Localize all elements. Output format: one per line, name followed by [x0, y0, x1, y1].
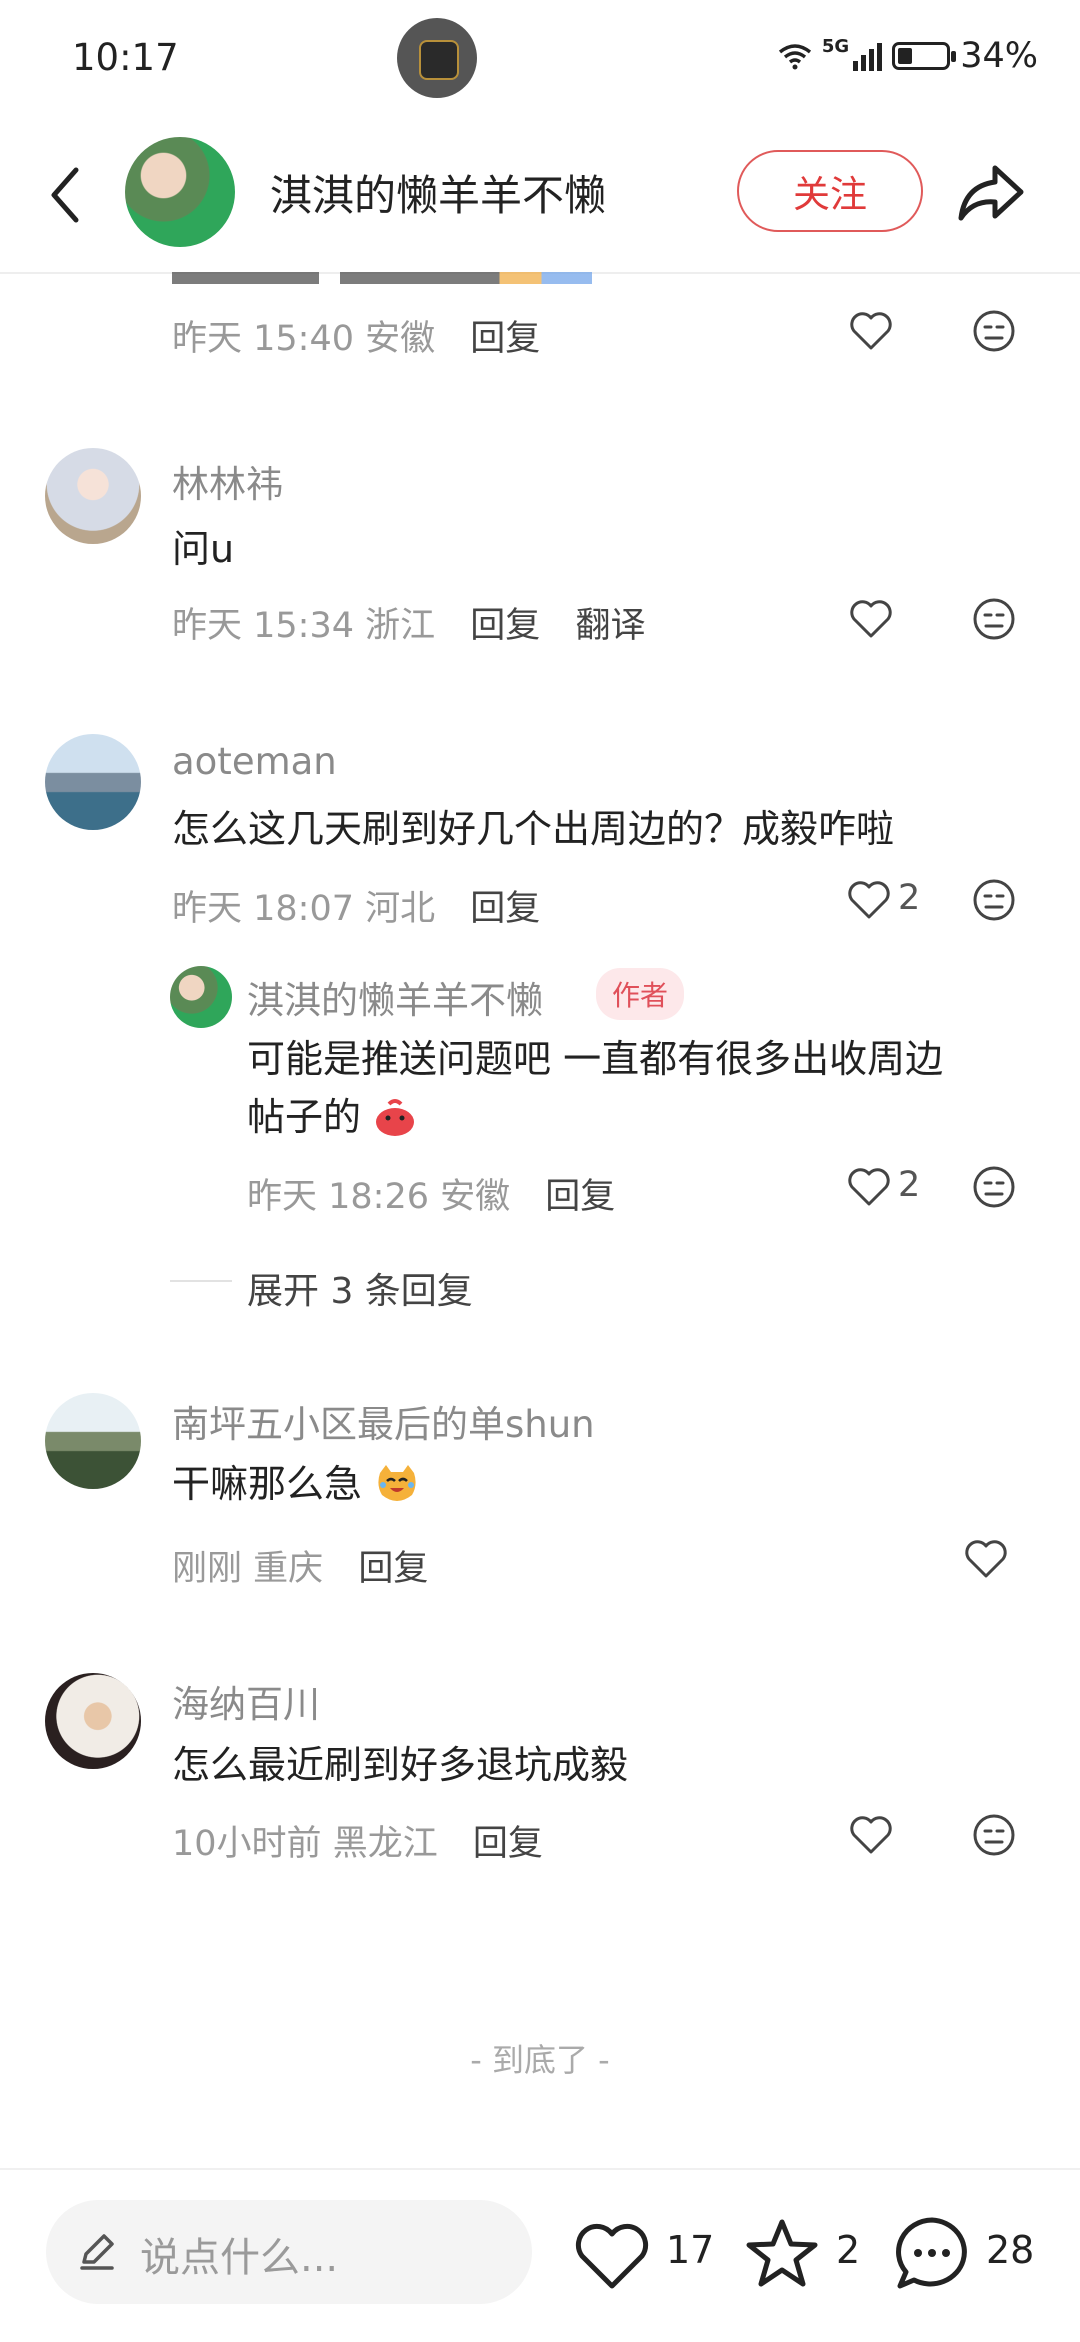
- author-avatar[interactable]: [125, 137, 235, 247]
- wifi-icon: [778, 44, 811, 70]
- end-of-list: - 到底了 -: [470, 2041, 610, 2079]
- dislike-face-icon[interactable]: [971, 596, 1017, 642]
- back-icon[interactable]: [40, 160, 90, 230]
- comment-text: 问u: [172, 527, 235, 571]
- dislike-face-icon[interactable]: [971, 308, 1017, 354]
- comment-time: 昨天 15:40: [172, 319, 354, 359]
- favorite-count: 2: [836, 2228, 861, 2272]
- network-type: 5G: [821, 36, 850, 57]
- commenter-avatar[interactable]: [45, 1393, 141, 1489]
- commenter-avatar[interactable]: [45, 734, 141, 830]
- comment-time: 昨天 15:34: [172, 606, 354, 646]
- reply-time: 昨天 18:26: [247, 1177, 429, 1217]
- commenter-name[interactable]: aoteman: [172, 740, 337, 783]
- commenter-name[interactable]: 林林祎: [172, 454, 283, 508]
- reply-button[interactable]: 回复: [470, 606, 540, 646]
- reply-button[interactable]: 回复: [358, 1549, 428, 1589]
- reply-location: 安徽: [440, 1177, 511, 1217]
- favorite-star-icon[interactable]: [742, 2214, 822, 2294]
- comment-meta: 10小时前 黑龙江 回复: [172, 1815, 543, 1866]
- like-count: 17: [666, 2228, 715, 2272]
- like-count: 2: [898, 1165, 921, 1205]
- reply-button[interactable]: 回复: [473, 1824, 543, 1864]
- share-icon[interactable]: [955, 160, 1027, 226]
- emoji-icon: [376, 1099, 415, 1136]
- comment-count: 28: [986, 2228, 1035, 2272]
- commenter-avatar[interactable]: [45, 1673, 141, 1769]
- reply-meta: 昨天 18:26 安徽 回复: [247, 1168, 615, 1219]
- comment-bubble-icon[interactable]: [890, 2212, 974, 2296]
- heart-icon[interactable]: [848, 308, 894, 354]
- comment-location: 安徽: [365, 319, 436, 359]
- commenter-name[interactable]: 海纳百川: [172, 1674, 320, 1728]
- comment-meta: 昨天 18:07 河北 回复: [172, 880, 540, 931]
- battery-percent: 34%: [960, 36, 1038, 76]
- comment-meta: 昨天 15:40 安徽 回复: [172, 310, 540, 361]
- status-indicators: 5G 34%: [778, 36, 1038, 76]
- translate-button[interactable]: 翻译: [575, 606, 645, 646]
- comment-location: 河北: [365, 889, 436, 929]
- comment-input-placeholder[interactable]: 说点什么...: [140, 2225, 338, 2283]
- partial-comment-text: [172, 272, 592, 286]
- dislike-face-icon[interactable]: [971, 877, 1017, 923]
- heart-icon[interactable]: [846, 1164, 892, 1210]
- laughing-cat-emoji-icon: [378, 1465, 416, 1501]
- pen-icon: [80, 2234, 114, 2270]
- reply-text-line1: 可能是推送问题吧 一直都有很多出收周边: [247, 1037, 944, 1081]
- reply-button[interactable]: 回复: [470, 889, 540, 929]
- commenter-name[interactable]: 南坪五小区最后的单shun: [172, 1394, 595, 1448]
- comment-text: 怎么最近刷到好多退坑成毅: [172, 1743, 629, 1787]
- comment-location: 黑龙江: [332, 1824, 438, 1864]
- battery-icon: [892, 42, 957, 70]
- heart-icon[interactable]: [848, 596, 894, 642]
- reply-button[interactable]: 回复: [470, 319, 540, 359]
- reply-avatar[interactable]: [170, 966, 232, 1028]
- expand-divider: [170, 1280, 232, 1282]
- dislike-face-icon[interactable]: [971, 1812, 1017, 1858]
- signal-icon: [853, 41, 883, 71]
- comment-time: 昨天 18:07: [172, 889, 354, 929]
- heart-icon[interactable]: [963, 1536, 1009, 1582]
- comment-location: 浙江: [365, 606, 436, 646]
- comment-text: 干嘛那么急: [172, 1455, 420, 1513]
- reply-author-name[interactable]: 淇淇的懒羊羊不懒: [247, 970, 543, 1024]
- camera-notch-icon: [397, 18, 477, 98]
- commenter-avatar[interactable]: [45, 448, 141, 544]
- author-badge: 作者: [596, 968, 685, 1020]
- reply-text-line2: 帖子的: [247, 1088, 417, 1146]
- follow-button[interactable]: 关注: [737, 150, 923, 232]
- comment-text: 怎么这几天刷到好几个出周边的？成毅咋啦: [172, 807, 895, 851]
- heart-icon[interactable]: [848, 1812, 894, 1858]
- like-heart-icon[interactable]: [572, 2220, 652, 2292]
- comment-time: 刚刚: [172, 1549, 243, 1589]
- author-name[interactable]: 淇淇的懒羊羊不懒: [270, 162, 606, 223]
- comment-meta: 昨天 15:34 浙江 回复 翻译: [172, 597, 645, 648]
- comment-location: 重庆: [253, 1549, 324, 1589]
- comment-meta: 刚刚 重庆 回复: [172, 1540, 428, 1591]
- like-count: 2: [898, 878, 921, 918]
- expand-replies-button[interactable]: 展开 3 条回复: [247, 1262, 473, 1314]
- comment-time: 10小时前: [172, 1824, 322, 1864]
- status-time: 10:17: [72, 36, 179, 79]
- reply-button[interactable]: 回复: [545, 1177, 615, 1217]
- heart-icon[interactable]: [846, 877, 892, 923]
- dislike-face-icon[interactable]: [971, 1164, 1017, 1210]
